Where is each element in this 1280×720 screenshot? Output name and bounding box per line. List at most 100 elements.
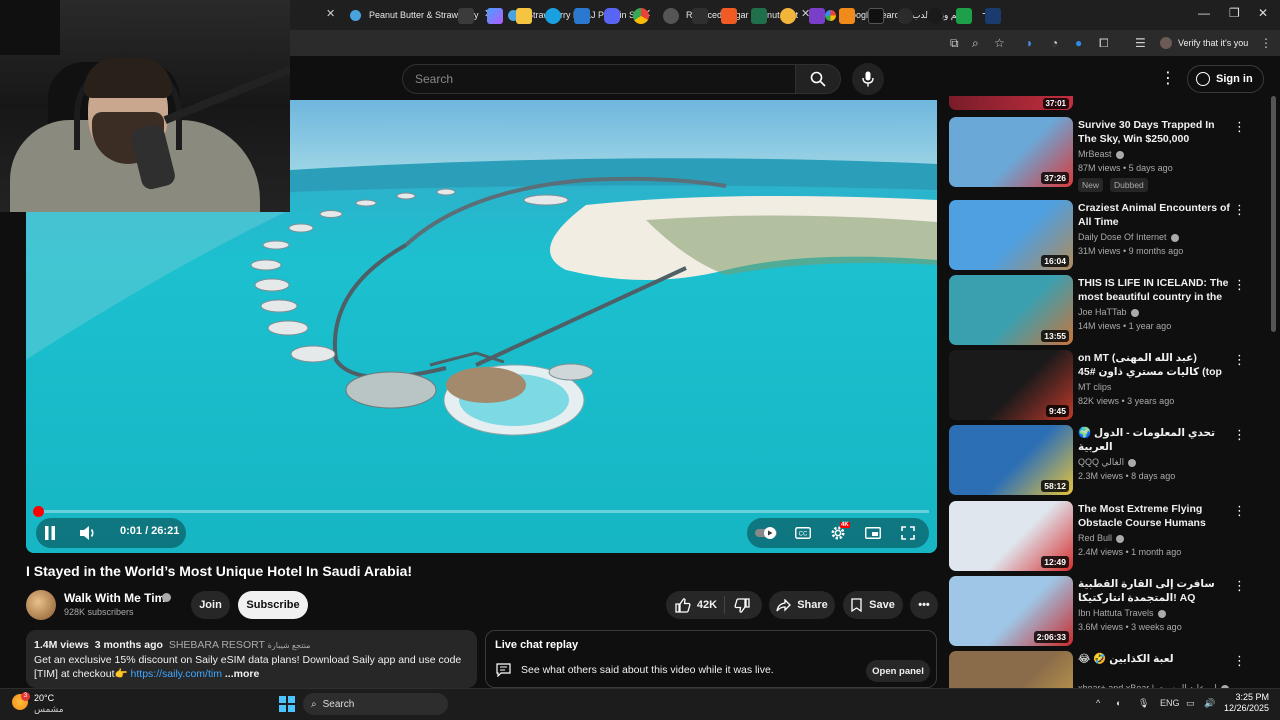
more-options-icon[interactable]: ⋮ (1233, 202, 1246, 218)
recommendation-channel[interactable]: Ibn Hattuta Travels (1078, 608, 1154, 618)
more-options-icon[interactable]: ⋮ (1233, 352, 1246, 368)
windows-start-icon[interactable] (279, 696, 295, 712)
recommendation-title[interactable]: سافرت إلى القارة القطبية المتجمدة انتارك… (1078, 577, 1230, 605)
app-icon[interactable] (897, 8, 913, 24)
recommendation-channel[interactable]: Joe HaTTab (1078, 307, 1127, 317)
video-thumbnail[interactable]: 9:45 (949, 350, 1073, 420)
more-options-icon[interactable]: ⋮ (1233, 653, 1246, 669)
recommendation-channel[interactable]: MT clips (1078, 382, 1111, 392)
thumbnail-partial[interactable]: 37:01 (949, 96, 1073, 110)
close-window-button[interactable]: ✕ (1258, 6, 1268, 20)
description-box[interactable]: 1.4M views 3 months ago SHEBARA RESORT م… (26, 630, 477, 688)
tiktok-icon[interactable] (868, 8, 884, 24)
video-thumbnail[interactable] (949, 651, 1073, 688)
extensions-puzzle-icon[interactable]: ⧠ (1099, 36, 1109, 51)
steam-icon[interactable] (985, 8, 1001, 24)
recommendation-title[interactable]: Survive 30 Days Trapped In The Sky, Win … (1078, 118, 1230, 146)
close-tab-icon[interactable]: ✕ (326, 7, 335, 20)
app-icon[interactable] (780, 8, 796, 24)
volume-button[interactable] (76, 521, 100, 545)
recommendation-title[interactable]: on MT (عبد الله المهنى) كاليات مستري ذاو… (1078, 351, 1230, 379)
settings-menu-icon[interactable]: ⋮ (1160, 68, 1176, 88)
recommendation-title[interactable]: 🌍 تحدي المعلومات - الدول العربية (1078, 426, 1230, 454)
progress-bar[interactable] (33, 506, 929, 517)
search-button[interactable] (795, 64, 841, 94)
recommendation-channel[interactable]: Red Bull (1078, 533, 1112, 543)
open-panel-button[interactable]: Open panel (866, 660, 930, 682)
more-options-icon[interactable]: ⋮ (1233, 503, 1246, 519)
recommendation-title[interactable]: The Most Extreme Flying Obstacle Course … (1078, 502, 1230, 530)
file-explorer-icon[interactable] (516, 8, 532, 24)
video-thumbnail[interactable]: 58:12 (949, 425, 1073, 495)
recommendation-channel[interactable]: Daily Dose Of Internet (1078, 232, 1167, 242)
zoom-icon[interactable]: ⌕ (972, 36, 979, 51)
voice-search-button[interactable] (852, 63, 884, 95)
more-actions-button[interactable]: ••• (910, 591, 938, 619)
extension-icon[interactable]: ◔ (1051, 36, 1058, 50)
more-options-icon[interactable]: ⋮ (1233, 277, 1246, 293)
app-icon[interactable] (956, 8, 972, 24)
extension-icon[interactable]: ● (1075, 36, 1082, 50)
save-button[interactable]: Save (843, 591, 903, 619)
video-thumbnail[interactable]: 2:06:33 (949, 576, 1073, 646)
volume-icon[interactable]: 🔊 (1204, 698, 1215, 709)
recommendation-item[interactable]: 13:55 THIS IS LIFE IN ICELAND: The most b… (949, 275, 1249, 345)
recommendation-item[interactable]: 58:12 🌍 تحدي المعلومات - الدول العربية QQQ… (949, 425, 1249, 495)
taskbar-search[interactable]: ⌕ Search (303, 693, 448, 715)
edge-icon[interactable] (545, 8, 561, 24)
recommendation-channel[interactable]: MrBeast (1078, 149, 1112, 159)
weather-widget[interactable]: 20°C مشمس (34, 693, 64, 715)
app-icon[interactable] (809, 8, 825, 24)
recommendation-title[interactable]: 😂 🤣 لعبة الكذابين (1078, 652, 1230, 666)
recommendation-item[interactable]: 2:06:33 سافرت إلى القارة القطبية المتجمدة… (949, 576, 1249, 646)
miniplayer-button[interactable] (861, 523, 885, 543)
more-options-icon[interactable]: ⋮ (1233, 578, 1246, 594)
app-icon[interactable] (692, 8, 708, 24)
tray-app-icon[interactable]: ◐ (1116, 698, 1121, 708)
network-icon[interactable]: ▭ (1186, 698, 1195, 709)
scrubber-handle[interactable] (33, 506, 44, 517)
task-view-icon[interactable] (458, 8, 474, 24)
app-icon[interactable] (927, 8, 943, 24)
app-icon[interactable] (751, 8, 767, 24)
discord-icon[interactable] (604, 8, 620, 24)
microphone-icon[interactable]: 🎙 (1138, 698, 1149, 709)
like-button[interactable]: 42K (672, 595, 720, 615)
app-icon[interactable] (663, 8, 679, 24)
dislike-button[interactable] (730, 595, 754, 615)
tray-overflow-icon[interactable]: ^ (1096, 698, 1100, 708)
location-tag[interactable]: SHEBARA RESORT (169, 639, 265, 651)
pause-button[interactable] (38, 521, 62, 545)
minimize-button[interactable]: — (1198, 6, 1210, 20)
profile-button[interactable]: Verify that it's you (1160, 33, 1248, 53)
search-input[interactable]: Search (402, 64, 795, 94)
screenshot-icon[interactable]: ⧉ (950, 36, 959, 51)
language-indicator[interactable]: ENG (1160, 698, 1180, 708)
store-icon[interactable] (574, 8, 590, 24)
chrome-icon[interactable] (633, 8, 649, 24)
captions-button[interactable]: CC (791, 523, 815, 543)
fullscreen-button[interactable] (896, 523, 920, 543)
more-options-icon[interactable]: ⋮ (1233, 119, 1246, 135)
show-more-button[interactable]: ...more (225, 668, 259, 680)
share-button[interactable]: Share (769, 591, 835, 619)
more-options-icon[interactable]: ⋮ (1233, 427, 1246, 443)
browser-menu-icon[interactable]: ⋮ (1260, 36, 1272, 50)
recommendation-title[interactable]: THIS IS LIFE IN ICELAND: The most beauti… (1078, 276, 1230, 304)
sign-in-button[interactable]: Sign in (1187, 65, 1264, 93)
app-icon[interactable] (839, 8, 855, 24)
restore-button[interactable]: ❐ (1229, 6, 1240, 20)
channel-avatar[interactable] (26, 590, 56, 620)
settings-button[interactable]: 4K (826, 522, 850, 544)
brave-icon[interactable] (721, 8, 737, 24)
subscribe-button[interactable]: Subscribe (238, 591, 308, 619)
recommendation-item[interactable]: 16:04 Craziest Animal Encounters of All T… (949, 200, 1249, 270)
media-control-icon[interactable]: ☰ (1135, 36, 1146, 50)
taskbar-clock[interactable]: 3:25 PM 12/26/2025 (1224, 692, 1269, 714)
recommendation-item[interactable]: 😂 🤣 لعبة الكذابين xbear+ and xBear | ابو … (949, 651, 1249, 688)
scrollbar[interactable] (1271, 96, 1276, 332)
recommendation-channel[interactable]: QQQ الغالي (1078, 457, 1124, 467)
recommendation-item[interactable]: 37:26 Survive 30 Days Trapped In The Sky,… (949, 117, 1249, 192)
bookmark-star-icon[interactable]: ☆ (994, 36, 1005, 50)
channel-name[interactable]: Walk With Me Tim (64, 591, 165, 605)
